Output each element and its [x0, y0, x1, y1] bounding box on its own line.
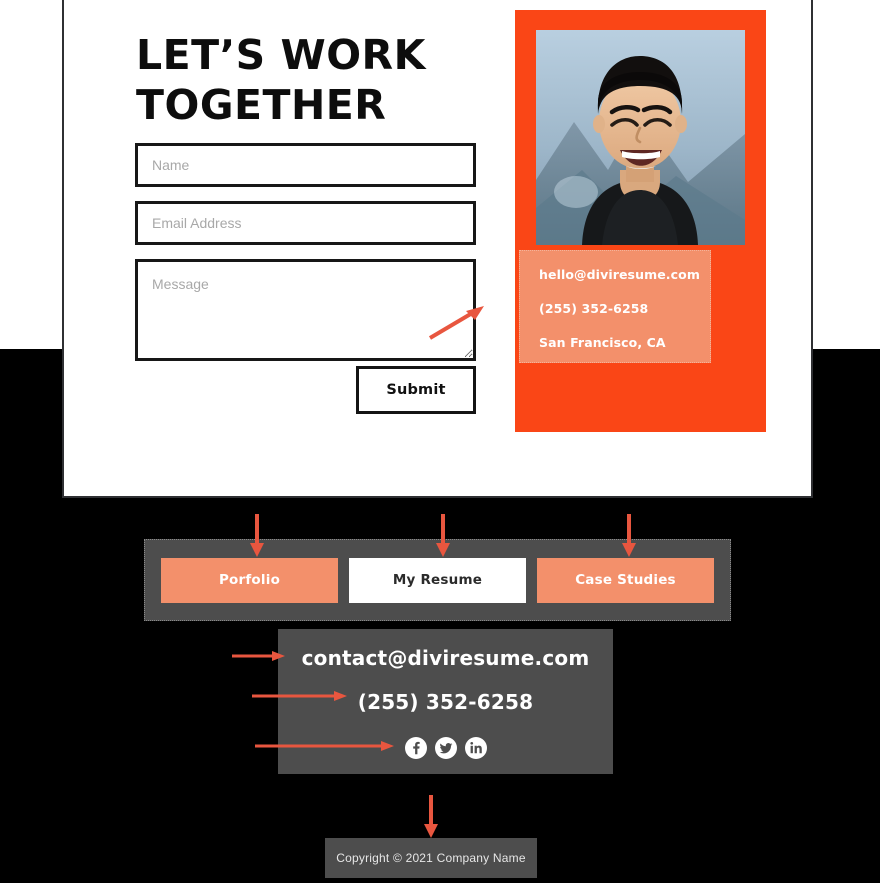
copyright-bar: Copyright © 2021 Company Name: [325, 838, 537, 878]
profile-photo: [536, 30, 745, 245]
profile-card: hello@diviresume.com (255) 352-6258 San …: [515, 10, 766, 432]
annotation-arrow-porfolio: [250, 514, 264, 557]
annotation-arrow-my-resume: [436, 514, 450, 557]
annotation-arrow-case-studies: [622, 514, 636, 557]
submit-row: Submit: [135, 366, 476, 414]
contact-email: hello@diviresume.com: [539, 267, 700, 282]
nav-button-case-studies[interactable]: Case Studies: [537, 557, 714, 603]
contact-info-box: hello@diviresume.com (255) 352-6258 San …: [519, 250, 711, 363]
annotation-arrow-footer-social: [255, 741, 394, 751]
social-links-row: [278, 714, 613, 759]
message-textarea[interactable]: [135, 259, 476, 361]
linkedin-icon[interactable]: [464, 737, 487, 759]
contact-section-card: LET’S WORK TOGETHER Submit: [62, 0, 813, 498]
copyright-text: Copyright © 2021 Company Name: [336, 851, 526, 865]
annotation-arrow-copyright: [424, 795, 438, 838]
submit-button[interactable]: Submit: [356, 366, 476, 414]
email-field[interactable]: [135, 201, 476, 245]
page-title: LET’S WORK TOGETHER: [136, 31, 426, 129]
contact-form: [135, 143, 476, 361]
facebook-icon[interactable]: [404, 737, 427, 759]
twitter-icon[interactable]: [434, 737, 457, 759]
annotation-arrow-footer-phone: [252, 691, 347, 701]
name-input[interactable]: [135, 143, 476, 187]
annotation-arrow-footer-email: [232, 651, 285, 661]
contact-phone: (255) 352-6258: [539, 301, 649, 316]
footer-email[interactable]: contact@diviresume.com: [278, 629, 613, 670]
contact-location: San Francisco, CA: [539, 335, 666, 350]
nav-button-porfolio[interactable]: Porfolio: [161, 557, 338, 603]
annotation-arrow-contact-info: [428, 306, 484, 340]
nav-button-my-resume[interactable]: My Resume: [349, 557, 526, 603]
